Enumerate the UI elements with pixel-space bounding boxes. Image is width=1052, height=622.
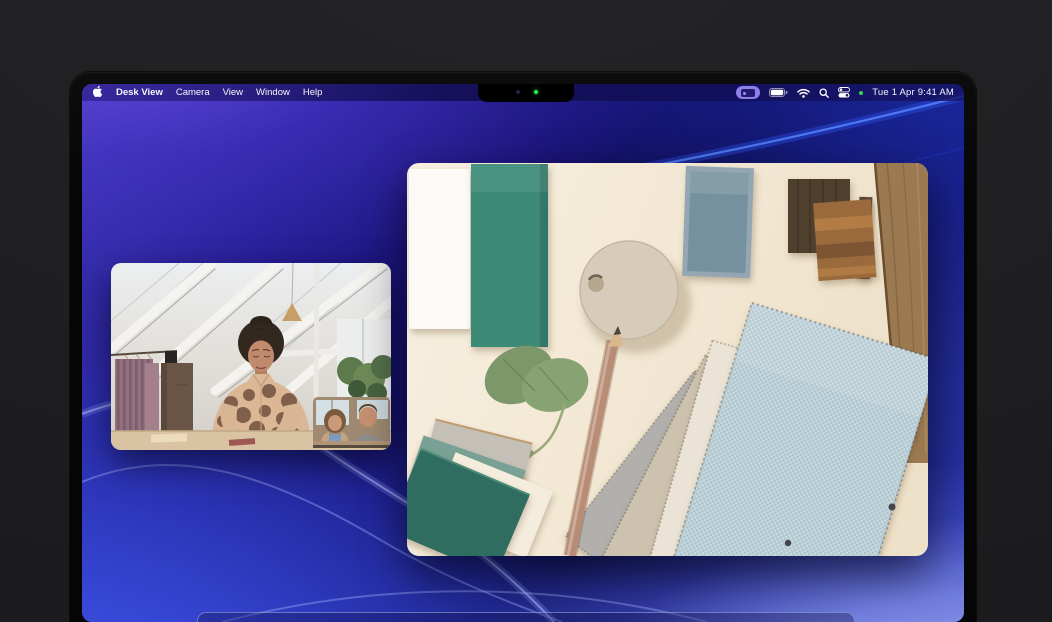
desk-view-window[interactable]: [407, 163, 928, 556]
macbook-screen: Desk View Camera View Window Help: [82, 84, 964, 622]
white-tile: [409, 169, 470, 329]
studio-plants: [337, 319, 391, 403]
apple-menu[interactable]: [92, 85, 103, 101]
desk-view-scene: [407, 163, 928, 556]
camera-active-dot-icon: [859, 91, 863, 95]
fabric-grommet: [889, 504, 896, 511]
menu-item-camera[interactable]: Camera: [176, 87, 210, 98]
desktop-stage: Desk View Camera View Window Help: [0, 0, 1052, 622]
app-menu-desk-view[interactable]: Desk View: [116, 87, 163, 98]
fabric-grommet: [785, 540, 791, 546]
remote-participants-pip: [313, 397, 390, 448]
menu-item-help[interactable]: Help: [303, 87, 323, 98]
video-call-window[interactable]: [111, 263, 391, 450]
display-notch: [478, 84, 574, 102]
apple-logo-icon: [92, 85, 103, 98]
menu-item-view[interactable]: View: [223, 87, 243, 98]
control-center-icon[interactable]: [838, 87, 850, 98]
teal-tile: [471, 164, 548, 347]
video-call-scene: [111, 263, 391, 450]
facetime-camera-lens: [516, 90, 520, 94]
camera-in-use-led: [534, 90, 538, 94]
desk-view-indicator-pill[interactable]: [736, 86, 760, 99]
wifi-icon[interactable]: [797, 88, 810, 98]
menu-bar-clock[interactable]: Tue 1 Apr 9:41 AM: [872, 87, 954, 98]
battery-icon[interactable]: [769, 88, 788, 97]
display-icon: [741, 89, 755, 97]
menu-item-window[interactable]: Window: [256, 87, 290, 98]
wood-cabinet: [161, 351, 193, 431]
medium-wood-swatch: [813, 199, 876, 281]
spotlight-search-icon[interactable]: [819, 88, 829, 98]
felt-disc: [580, 241, 678, 339]
macbook-frame: Desk View Camera View Window Help: [70, 72, 976, 622]
blue-gray-tile: [682, 166, 754, 278]
partially-visible-window[interactable]: [197, 612, 855, 622]
